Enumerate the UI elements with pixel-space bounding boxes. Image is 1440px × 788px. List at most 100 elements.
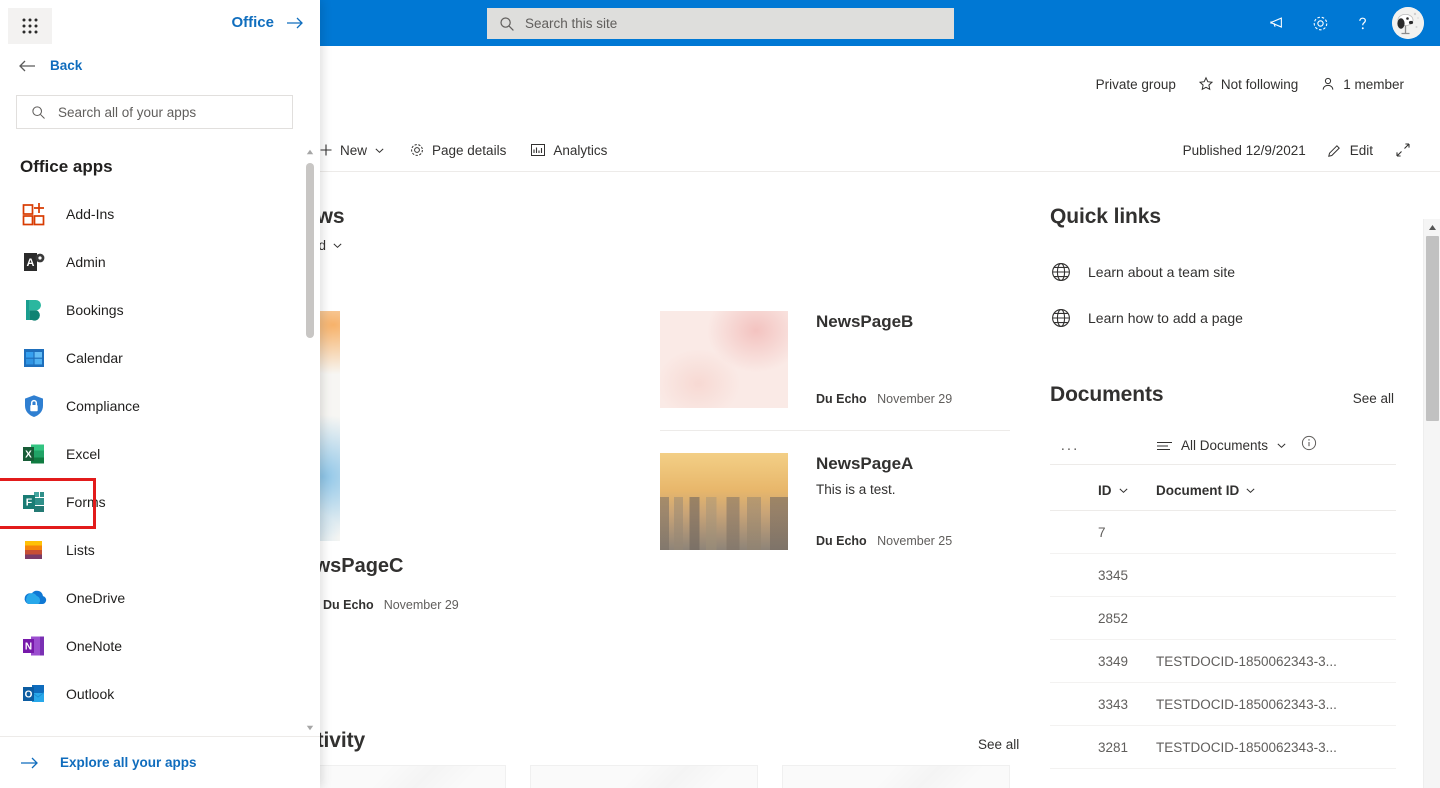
app-item-label: Excel bbox=[66, 446, 101, 462]
table-row[interactable]: 7 bbox=[1050, 511, 1396, 554]
app-item-bookings[interactable]: Bookings bbox=[0, 286, 300, 334]
arrow-right-icon bbox=[287, 17, 303, 28]
scroll-up-arrow[interactable] bbox=[1424, 219, 1440, 236]
documents-overflow-button[interactable]: ... bbox=[1050, 437, 1090, 454]
app-item-outlook[interactable]: O Outlook bbox=[0, 670, 300, 718]
page-details-button[interactable]: Page details bbox=[400, 134, 515, 166]
app-item-excel[interactable]: X Excel bbox=[0, 430, 300, 478]
calendar-icon bbox=[24, 349, 44, 367]
avatar bbox=[1392, 7, 1424, 39]
fullscreen-button[interactable] bbox=[1386, 134, 1420, 166]
chevron-down-icon bbox=[1118, 488, 1128, 494]
app-item-add-ins[interactable]: Add-Ins bbox=[0, 190, 300, 238]
cell-id: 3343 bbox=[1098, 696, 1129, 712]
app-item-onenote[interactable]: N OneNote bbox=[0, 622, 300, 670]
cell-document-id: TESTDOCID-1850062343-3... bbox=[1156, 739, 1337, 755]
privacy-text: Private group bbox=[1095, 76, 1176, 92]
app-item-lists[interactable]: Lists bbox=[0, 526, 300, 574]
account-avatar-button[interactable] bbox=[1384, 0, 1432, 46]
app-search-box[interactable] bbox=[16, 95, 293, 129]
activity-see-all-link[interactable]: See all bbox=[978, 737, 1019, 752]
new-label: New bbox=[340, 142, 368, 158]
app-root: Private group Not following 1 member New… bbox=[0, 0, 1440, 788]
megaphone-glyph bbox=[1269, 16, 1282, 28]
documents-view-selector[interactable]: All Documents bbox=[1156, 438, 1287, 453]
app-item-onedrive[interactable]: OneDrive bbox=[0, 574, 300, 622]
documents-see-all-link[interactable]: See all bbox=[1353, 391, 1394, 406]
table-row[interactable]: 3343 TESTDOCID-1850062343-3... bbox=[1050, 683, 1396, 726]
follow-button[interactable]: Not following bbox=[1198, 76, 1298, 92]
page-scrollbar[interactable] bbox=[1423, 219, 1440, 788]
site-search-box[interactable] bbox=[487, 8, 954, 39]
scroll-down-arrow[interactable] bbox=[303, 721, 317, 735]
globe-icon bbox=[1052, 309, 1070, 327]
scroll-up-arrow[interactable] bbox=[303, 145, 317, 159]
table-row[interactable]: 3281 TESTDOCID-1850062343-3... bbox=[1050, 726, 1396, 769]
scrollbar-thumb[interactable] bbox=[306, 163, 314, 338]
help-icon[interactable] bbox=[1342, 0, 1382, 46]
edit-label: Edit bbox=[1349, 142, 1373, 158]
column-header-label: ID bbox=[1098, 483, 1112, 498]
edit-button[interactable]: Edit bbox=[1318, 134, 1382, 166]
lists-icon bbox=[25, 541, 42, 559]
office-link[interactable]: Office bbox=[231, 14, 304, 31]
news-item-byline: Du Echo November 25 bbox=[816, 534, 952, 548]
caret-up-icon bbox=[1428, 225, 1436, 230]
app-item-admin[interactable]: A Admin bbox=[0, 238, 300, 286]
excel-icon: X bbox=[23, 444, 44, 464]
panel-top-bar: Office bbox=[0, 0, 320, 52]
news-list-item[interactable]: NewsPageB Du Echo November 29 bbox=[660, 311, 1010, 431]
app-item-label: OneDrive bbox=[66, 590, 126, 606]
addins-icon bbox=[22, 203, 45, 226]
app-launcher-waffle-icon[interactable] bbox=[8, 8, 52, 44]
app-list-scrollbar[interactable] bbox=[303, 145, 317, 735]
table-header-row: ID Document ID bbox=[1050, 471, 1396, 511]
explore-all-apps-row[interactable]: Explore all your apps bbox=[0, 736, 320, 788]
back-button[interactable]: Back bbox=[18, 58, 82, 73]
cell-document-id: TESTDOCID-1850062343-3... bbox=[1156, 696, 1337, 712]
news-list-item[interactable]: NewsPageA This is a test. Du Echo Novemb… bbox=[660, 431, 1010, 572]
privacy-label: Private group bbox=[1096, 77, 1176, 92]
list-view-icon bbox=[1157, 441, 1172, 450]
activity-card[interactable] bbox=[530, 765, 758, 788]
app-item-forms[interactable]: F Forms bbox=[0, 478, 300, 529]
column-header-document-id[interactable]: Document ID bbox=[1156, 483, 1396, 498]
news-item-body: NewsPageA This is a test. Du Echo Novemb… bbox=[816, 453, 1010, 550]
gear-icon[interactable] bbox=[1300, 0, 1340, 46]
scrollbar-thumb[interactable] bbox=[1426, 236, 1439, 421]
app-item-compliance[interactable]: Compliance bbox=[0, 382, 300, 430]
app-item-calendar[interactable]: Calendar bbox=[0, 334, 300, 382]
app-item-label: OneNote bbox=[66, 638, 123, 654]
person-icon bbox=[1322, 77, 1334, 90]
search-icon bbox=[500, 16, 514, 31]
app-item-label: Admin bbox=[66, 254, 106, 270]
onenote-icon: N bbox=[23, 636, 44, 656]
analytics-icon bbox=[531, 144, 546, 156]
members-button[interactable]: 1 member bbox=[1320, 76, 1404, 92]
table-row[interactable]: 3349 TESTDOCID-1850062343-3... bbox=[1050, 640, 1396, 683]
featured-news-author: Du Echo bbox=[323, 598, 374, 612]
site-search-input[interactable] bbox=[525, 16, 925, 31]
site-meta-bar: Private group Not following 1 member bbox=[1096, 76, 1404, 92]
app-search-input[interactable] bbox=[58, 104, 273, 120]
column-header-id[interactable]: ID bbox=[1050, 483, 1156, 498]
megaphone-icon[interactable] bbox=[1258, 0, 1298, 46]
svg-text:N: N bbox=[25, 642, 32, 653]
chevron-down-icon bbox=[333, 243, 342, 249]
activity-card[interactable] bbox=[782, 765, 1010, 788]
table-row[interactable]: 2852 bbox=[1050, 597, 1396, 640]
quick-links-list: Learn about a team site Learn how to add… bbox=[1050, 249, 1400, 341]
cell-id: 7 bbox=[1098, 524, 1106, 540]
new-button[interactable]: New bbox=[310, 134, 394, 166]
documents-info-button[interactable] bbox=[1301, 435, 1317, 456]
side-column: Quick links Learn about a team site Lear… bbox=[1030, 173, 1422, 788]
svg-text:A: A bbox=[27, 257, 35, 269]
documents-toolbar: ... All Documents bbox=[1050, 427, 1396, 465]
analytics-button[interactable]: Analytics bbox=[521, 134, 616, 166]
quick-link-item[interactable]: Learn about a team site bbox=[1050, 249, 1400, 295]
quick-link-item[interactable]: Learn how to add a page bbox=[1050, 295, 1400, 341]
table-row[interactable]: 3345 bbox=[1050, 554, 1396, 597]
app-launcher-panel: Office Back Office apps bbox=[0, 0, 320, 788]
cell-id: 2852 bbox=[1098, 610, 1129, 626]
arrow-left-icon bbox=[19, 60, 35, 71]
